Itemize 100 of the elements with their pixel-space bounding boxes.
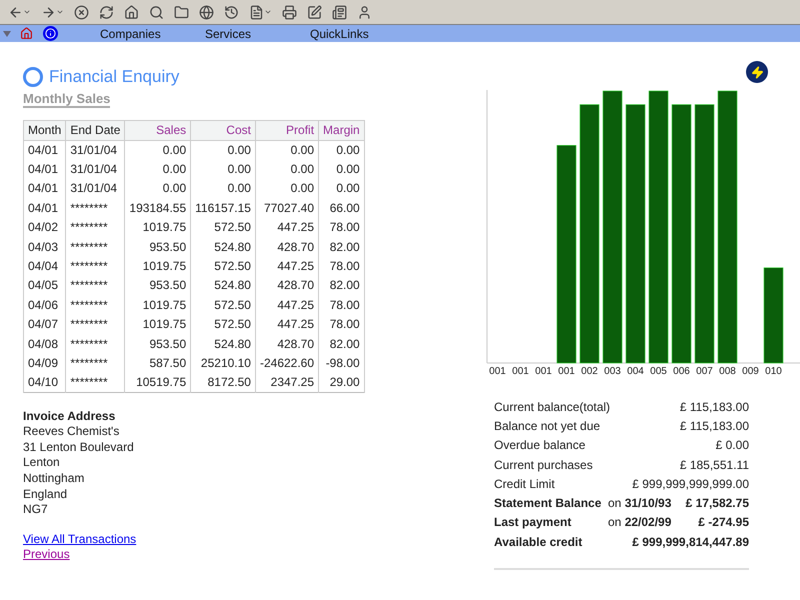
table-cell: 0.00 — [190, 178, 256, 198]
axis-label: 001 — [557, 365, 576, 379]
triangle-icon[interactable] — [3, 30, 11, 36]
table-cell: 0.00 — [255, 159, 319, 179]
table-cell: 0.00 — [255, 178, 319, 198]
table-cell: 82.00 — [318, 276, 364, 296]
address-line: Nottingham — [23, 470, 86, 487]
table-cell: ******** — [66, 353, 125, 373]
table-cell: 66.00 — [318, 198, 364, 218]
table-cell: ******** — [66, 256, 125, 276]
column-header: Month — [24, 120, 66, 140]
table-cell: 447.25 — [255, 256, 319, 276]
table-cell: 1019.75 — [124, 256, 191, 276]
page-subtitle: Monthly Sales — [23, 92, 110, 108]
table-cell: 1019.75 — [124, 295, 191, 315]
table-cell: 953.50 — [124, 276, 191, 296]
address-line: Lenton — [23, 455, 61, 471]
table-cell: 116157.15 — [190, 198, 256, 218]
table-cell: 953.50 — [124, 236, 191, 256]
table-cell: 1019.75 — [124, 218, 191, 237]
table-cell: -98.00 — [318, 353, 364, 373]
table-cell: 193184.55 — [124, 198, 191, 218]
table-cell: 428.70 — [255, 276, 319, 296]
axis-label: 001 — [511, 365, 530, 379]
table-cell: 953.50 — [124, 334, 191, 354]
address-line: England — [23, 486, 68, 502]
address-line: Reeves Chemist's — [23, 424, 120, 440]
table-cell: 82.00 — [318, 236, 364, 256]
nav-menu-item[interactable]: QuickLinks — [310, 24, 415, 42]
balance-amount: £ 115,183.00 — [680, 398, 749, 416]
table-cell: 447.25 — [255, 295, 319, 315]
balance-label: Balance not yet due — [494, 418, 602, 435]
table-cell: 572.50 — [190, 295, 256, 315]
table-cell: 25210.10 — [190, 353, 256, 373]
table-cell: 31/01/04 — [66, 159, 125, 179]
home-icon[interactable] — [20, 27, 33, 40]
table-cell: ******** — [66, 198, 125, 218]
table-cell: 0.00 — [190, 159, 256, 179]
balance-date: on 22/02/99 — [608, 514, 672, 532]
axis-label: 006 — [672, 365, 691, 379]
nav-menu-item[interactable]: Companies — [100, 24, 205, 42]
table-cell: 04/10 — [24, 372, 66, 392]
ring-icon — [23, 66, 43, 87]
table-cell: 524.80 — [190, 236, 256, 256]
table-cell: ******** — [66, 236, 125, 256]
table-cell: 587.50 — [124, 353, 191, 373]
balance-date: on 31/10/93 — [608, 495, 672, 512]
balance-label: Last payment — [494, 514, 572, 532]
axis-label: 007 — [695, 365, 714, 379]
table-cell: 29.00 — [318, 372, 364, 392]
lightning-icon[interactable] — [746, 61, 768, 83]
balance-label: Overdue balance — [494, 437, 586, 454]
table-cell: ******** — [66, 372, 125, 392]
table-cell: ******** — [66, 314, 125, 334]
link[interactable]: View All Transactions — [23, 532, 136, 548]
address-line: 31 Lenton Boulevard — [23, 440, 135, 456]
balance-amount: £ -274.95 — [698, 514, 749, 532]
axis-label: 001 — [534, 365, 553, 379]
balance-label: Available credit — [494, 534, 584, 551]
table-cell: 78.00 — [318, 295, 364, 315]
table-cell: ******** — [66, 334, 125, 354]
table-cell: 8172.50 — [190, 372, 256, 392]
table-cell: 78.00 — [318, 218, 364, 237]
column-header: Margin — [318, 120, 364, 140]
table-cell: 31/01/04 — [66, 178, 125, 198]
axis-label: 002 — [580, 365, 599, 379]
table-cell: 04/03 — [24, 236, 66, 256]
axis-label: 005 — [649, 365, 668, 379]
table-cell: 04/06 — [24, 295, 66, 315]
column-header: Sales — [124, 120, 191, 140]
axis-label: 001 — [488, 365, 507, 379]
table-cell: 0.00 — [124, 159, 191, 179]
column-header: End Date — [66, 120, 125, 140]
table-cell: 82.00 — [318, 334, 364, 354]
table-cell: 78.00 — [318, 314, 364, 334]
table-cell: 04/04 — [24, 256, 66, 276]
balance-label: Credit Limit — [494, 476, 556, 493]
column-header: Cost — [190, 120, 256, 140]
table-cell: 572.50 — [190, 256, 256, 276]
table-cell: 0.00 — [255, 140, 319, 160]
page-title: Financial Enquiry — [49, 66, 180, 88]
info-icon[interactable] — [43, 26, 58, 41]
balance-amount: £ 185,551.11 — [680, 456, 749, 474]
table-cell: 428.70 — [255, 334, 319, 354]
address-title: Invoice Address — [23, 408, 116, 424]
table-cell: ******** — [66, 276, 125, 296]
column-header: Profit — [255, 120, 319, 140]
table-cell: 31/01/04 — [66, 140, 125, 160]
link[interactable]: Previous — [23, 547, 70, 563]
table-cell: 04/01 — [24, 159, 66, 179]
balance-amount: £ 999,999,999,999.00 — [632, 476, 749, 493]
nav-menu-item[interactable]: Services — [205, 24, 310, 42]
table-cell: 524.80 — [190, 276, 256, 296]
table-cell: 04/01 — [24, 140, 66, 160]
table-cell: 524.80 — [190, 334, 256, 354]
table-cell: 04/02 — [24, 218, 66, 237]
table-cell: 0.00 — [318, 140, 364, 160]
table-cell: 572.50 — [190, 314, 256, 334]
table-cell: 04/01 — [24, 198, 66, 218]
axis-label: 004 — [626, 365, 645, 379]
